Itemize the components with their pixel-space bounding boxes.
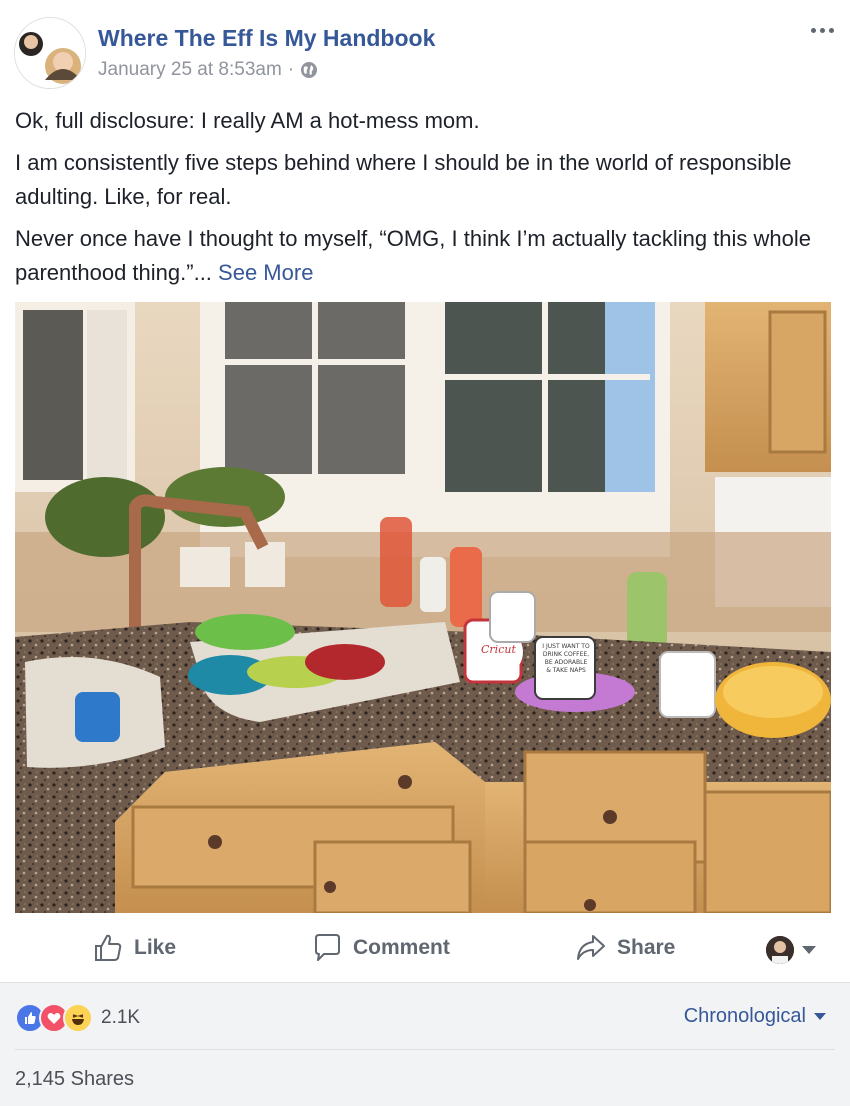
like-button[interactable]: Like [92, 930, 176, 966]
share-label: Share [617, 936, 676, 959]
mug-slogan-text: I JUST WANT TO DRINK COFFEE, BE ADORABLE… [542, 643, 590, 674]
post-paragraph-text: Never once have I thought to myself, “OM… [15, 226, 812, 285]
globe-icon[interactable] [300, 61, 318, 79]
reactions-area: 2.1K Chronological 2,145 Shares [0, 982, 850, 1106]
reaction-count: 2.1K [101, 1007, 141, 1028]
post-header: Where The Eff Is My Handbook January 25 … [0, 0, 850, 96]
more-options-button[interactable] [808, 22, 836, 38]
dot-icon [819, 27, 825, 33]
chevron-down-icon [814, 1013, 826, 1020]
post-as-selector[interactable] [766, 936, 816, 964]
post-photo[interactable]: Cricut I JUST WANT TO DRINK COFFEE, BE A… [15, 302, 831, 913]
comment-button[interactable]: Comment [311, 930, 450, 966]
haha-icon [63, 1003, 93, 1033]
reactions-summary[interactable]: 2.1K [15, 1003, 140, 1033]
post-action-bar: Like Comment Share [0, 916, 850, 980]
sort-label: Chronological [683, 1005, 806, 1027]
like-label: Like [134, 936, 177, 959]
page-avatar[interactable] [14, 17, 86, 89]
mug-brand-text: Cricut [481, 643, 516, 656]
see-more-link[interactable]: See More [218, 260, 313, 285]
dot-icon [828, 27, 834, 33]
post-paragraph-last: Never once have I thought to myself, “OM… [15, 222, 835, 290]
comment-label: Comment [353, 936, 450, 959]
post-timestamp[interactable]: January 25 at 8:53am [98, 59, 282, 81]
comment-icon [315, 934, 340, 961]
divider [15, 1049, 835, 1050]
page-name-link[interactable]: Where The Eff Is My Handbook [98, 25, 435, 52]
meta-separator: · [287, 59, 295, 80]
post-meta: January 25 at 8:53am · [98, 59, 318, 81]
post-paragraph: I am consistently five steps behind wher… [15, 150, 792, 209]
share-arrow-icon [577, 935, 605, 960]
shares-count-link[interactable]: 2,145 Shares [15, 1068, 134, 1091]
post-paragraph: Ok, full disclosure: I really AM a hot-m… [15, 108, 480, 133]
chevron-down-icon [802, 946, 816, 954]
comment-sort-dropdown[interactable]: Chronological [684, 1005, 826, 1028]
dot-icon [810, 27, 816, 33]
avatar [766, 936, 794, 964]
thumbs-up-icon [95, 934, 122, 961]
share-button[interactable]: Share [575, 930, 675, 966]
post-text: Ok, full disclosure: I really AM a hot-m… [15, 104, 835, 298]
